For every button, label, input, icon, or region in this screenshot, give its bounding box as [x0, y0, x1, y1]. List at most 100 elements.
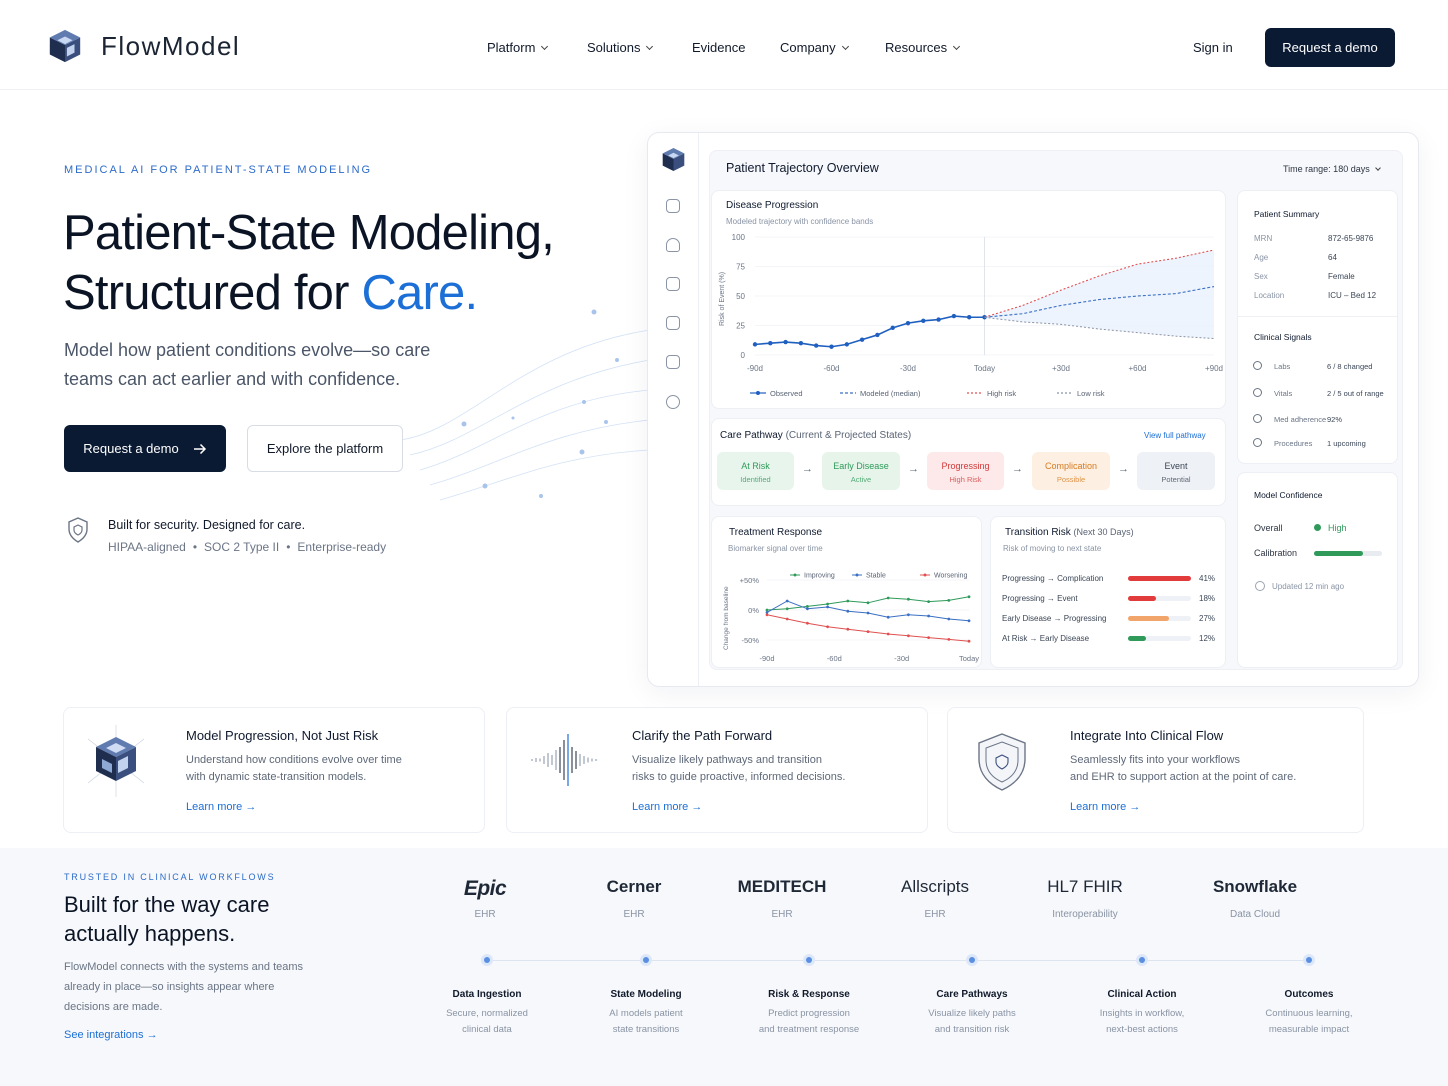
risk-value: 27%: [1199, 614, 1216, 623]
series-point: [927, 614, 930, 618]
partner-logo[interactable]: MEDITECH EHR: [707, 877, 857, 920]
feature-title: Integrate Into Clinical Flow: [1070, 728, 1224, 743]
series-point: [785, 599, 789, 603]
nav-solutions[interactable]: Solutions: [587, 40, 654, 55]
learn-more-link[interactable]: Learn more →: [632, 801, 702, 813]
step-desc-line: Insights in workflow,: [1099, 1008, 1185, 1019]
time-range-label: Time range: 180 days: [1283, 164, 1370, 174]
app-logo-icon[interactable]: [660, 146, 687, 173]
nav-company[interactable]: Company: [780, 40, 849, 55]
risk-value: 41%: [1199, 574, 1216, 583]
legend-label: Improving: [804, 573, 835, 580]
series-point: [866, 630, 870, 633]
y-tick-label: 75: [736, 263, 745, 272]
observed-point: [859, 337, 865, 342]
partner-logo[interactable]: Epic EHR: [410, 877, 560, 920]
pathway-state[interactable]: At Risk Identified: [717, 452, 794, 490]
explore-platform-button[interactable]: Explore the platform: [247, 425, 403, 472]
partner-name: Cerner: [606, 877, 662, 896]
observed-point: [783, 339, 788, 345]
signal-key: Labs: [1274, 362, 1291, 371]
brand-name[interactable]: FlowModel: [101, 31, 240, 62]
nav-resources[interactable]: Resources: [885, 40, 961, 55]
series-point: [846, 609, 850, 613]
partner-logo[interactable]: Allscripts EHR: [860, 877, 1010, 920]
transition-subtitle: Risk of moving to next state: [1003, 544, 1102, 553]
pathway-state[interactable]: Event Potential: [1137, 452, 1215, 490]
site-header: FlowModel Platform Solutions Evidence Co…: [0, 0, 1448, 90]
step-desc: Visualize likely paths and transition ris…: [897, 1006, 1047, 1038]
observed-point: [798, 341, 804, 346]
partner-logo[interactable]: HL7 FHIR Interoperability: [1010, 877, 1160, 920]
nav-platform[interactable]: Platform: [487, 40, 549, 55]
home-icon[interactable]: [666, 199, 680, 213]
security-badge: HIPAA-aligned: [108, 540, 186, 554]
hero-subtitle: Model how patient conditions evolve—so c…: [64, 340, 431, 389]
chart-icon[interactable]: [666, 277, 680, 291]
clipboard-icon[interactable]: [666, 355, 680, 369]
partner-category: EHR: [474, 909, 496, 920]
step-desc-line: and treatment response: [758, 1024, 860, 1035]
waveform-icon: [531, 734, 597, 786]
state-status: Identified: [740, 475, 771, 484]
flow-lines-decoration: [400, 309, 651, 501]
hero-title-prefix: Structured for: [63, 266, 362, 320]
workflow-step: Outcomes Continuous learning, measurable i…: [1234, 989, 1384, 1038]
logo-cube-icon[interactable]: [46, 27, 84, 65]
timeline-dot: [803, 954, 815, 966]
timeline-dot: [481, 954, 493, 966]
confidence-title: Model Confidence: [1254, 490, 1323, 500]
step-title: Outcomes: [1284, 989, 1334, 1000]
step-desc-line: state transitions: [612, 1024, 680, 1035]
shield-icon[interactable]: [666, 395, 680, 409]
see-integrations-link[interactable]: See integrations →: [64, 1029, 158, 1041]
pathway-state[interactable]: Progressing High Risk: [927, 452, 1004, 490]
arrow-right-icon: [193, 443, 206, 454]
step-title: Risk & Response: [768, 989, 850, 1000]
y-tick-label: 50: [736, 292, 745, 301]
view-full-pathway-link[interactable]: View full pathway: [1144, 431, 1206, 440]
security-badge: Enterprise-ready: [297, 540, 387, 554]
updated-text: Updated 12 min ago: [1272, 582, 1345, 591]
partner-category: Data Cloud: [1229, 909, 1281, 920]
signal-value: 1 upcoming: [1327, 439, 1366, 448]
request-demo-hero-button[interactable]: Request a demo: [64, 425, 226, 472]
title-line: Built for the way care: [64, 892, 270, 917]
pathway-title: Care Pathway (Current & Projected States…: [720, 430, 911, 441]
time-range-select[interactable]: Time range: 180 days: [1283, 164, 1381, 174]
rail-divider: [698, 133, 699, 686]
nav-evidence[interactable]: Evidence: [692, 40, 745, 55]
user-icon[interactable]: [666, 238, 680, 252]
legend-label: Stable: [866, 573, 886, 580]
integrations-eyebrow: TRUSTED IN CLINICAL WORKFLOWS: [64, 872, 276, 882]
signal-key: Vitals: [1274, 389, 1293, 398]
nav-label: Resources: [885, 40, 948, 55]
link-label: Learn more: [1070, 801, 1127, 813]
clock-icon: [1253, 438, 1262, 447]
partner-name: MEDITECH: [737, 877, 827, 896]
partner-logo[interactable]: Snowflake Data Cloud: [1180, 877, 1330, 920]
observed-point: [890, 325, 895, 331]
request-demo-header-button[interactable]: Request a demo: [1265, 28, 1395, 67]
y-axis-label: Risk of Event (%): [719, 272, 726, 326]
nav-label: Evidence: [692, 40, 746, 55]
series-point: [886, 615, 890, 619]
link-label: Learn more: [632, 801, 689, 813]
partner-logo[interactable]: Cerner EHR: [559, 877, 709, 920]
pathway-state[interactable]: Early Disease Active: [822, 452, 900, 490]
series-point: [967, 595, 971, 599]
hero-title: Patient-State Modeling, Structured for C…: [63, 203, 623, 323]
learn-more-link[interactable]: Learn more →: [1070, 801, 1140, 813]
observed-point: [967, 315, 972, 320]
sign-in-link[interactable]: Sign in: [1193, 40, 1233, 55]
panel-title: Patient Trajectory Overview: [726, 161, 879, 175]
workflow-step: State Modeling AI models patient state tra…: [571, 989, 721, 1038]
summary-key: MRN: [1254, 234, 1273, 243]
legend-marker: [756, 391, 760, 395]
feature-desc: Seamlessly fits into your workflows and E…: [1070, 752, 1296, 786]
treatment-response-chart: +50% 0% -50%-90d -60d -30d Today Change from b…: [723, 573, 979, 664]
feature-desc-line: risks to guide proactive, informed decis…: [632, 771, 846, 783]
pathway-state[interactable]: Complication Possible: [1032, 452, 1110, 490]
monitor-icon[interactable]: [666, 316, 680, 330]
learn-more-link[interactable]: Learn more →: [186, 801, 256, 813]
